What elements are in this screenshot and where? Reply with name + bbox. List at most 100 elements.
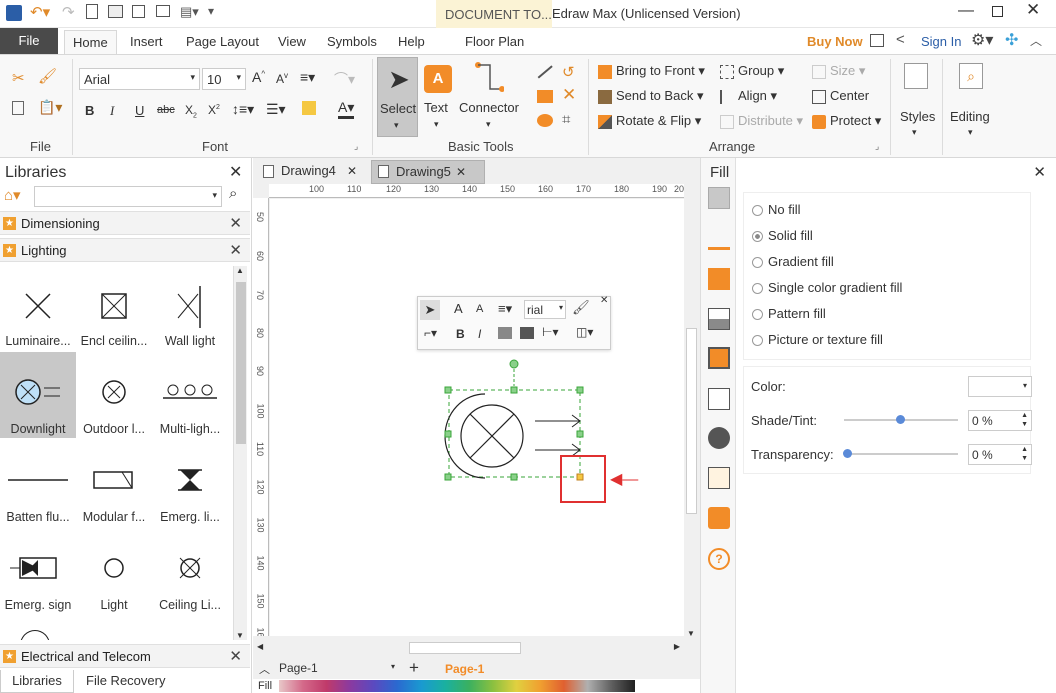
slider-thumb[interactable] bbox=[896, 415, 905, 424]
help-icon[interactable]: ? bbox=[708, 548, 730, 570]
increase-font-icon[interactable]: A bbox=[454, 301, 463, 316]
library-section-electrical[interactable]: ★ Electrical and Telecom ✕ bbox=[0, 644, 250, 668]
image-icon[interactable] bbox=[708, 308, 730, 330]
scroll-thumb[interactable] bbox=[236, 282, 246, 444]
radio-picture-fill[interactable]: Picture or texture fill bbox=[752, 332, 883, 347]
file-menu[interactable]: File bbox=[0, 28, 58, 54]
sign-in-link[interactable]: Sign In bbox=[921, 34, 961, 49]
canvas-horizontal-scrollbar[interactable]: ◀ ▶ bbox=[253, 640, 684, 656]
tab-floor-plan[interactable]: Floor Plan bbox=[457, 30, 532, 54]
spinner-icon[interactable]: ▲ ▼ bbox=[1021, 445, 1028, 463]
spinner-icon[interactable]: ▲ ▼ bbox=[1021, 411, 1028, 429]
text-align-icon[interactable]: ≡▾ bbox=[498, 301, 512, 317]
shape-encl-ceiling[interactable]: Encl ceilin... bbox=[76, 264, 152, 350]
tab-view[interactable]: View bbox=[270, 30, 314, 54]
print-icon[interactable] bbox=[156, 5, 170, 17]
slider-thumb[interactable] bbox=[843, 449, 852, 458]
subscript-icon[interactable]: X2 bbox=[185, 103, 197, 119]
protect-button[interactable]: Protect ▾ bbox=[812, 113, 881, 129]
font-family-select[interactable]: Arial ▾ bbox=[79, 68, 200, 90]
close-icon[interactable]: ✕ bbox=[229, 214, 242, 232]
center-button[interactable]: Center bbox=[812, 88, 869, 104]
scroll-thumb[interactable] bbox=[409, 642, 521, 654]
save-icon[interactable] bbox=[132, 5, 145, 18]
send-to-back-button[interactable]: Send to Back ▾ bbox=[598, 88, 703, 104]
crop-tool-icon[interactable]: ⌗ bbox=[562, 111, 570, 128]
export-icon[interactable]: ▤▾ bbox=[180, 4, 199, 20]
increase-font-icon[interactable]: A^ bbox=[252, 69, 265, 85]
strikethrough-icon[interactable]: abc bbox=[157, 104, 175, 116]
radio-solid-fill[interactable]: Solid fill bbox=[752, 228, 813, 243]
select-tool-button[interactable]: ➤ Select ▾ bbox=[377, 57, 418, 137]
align-button[interactable]: Align ▾ bbox=[720, 88, 777, 104]
canvas-vertical-scrollbar[interactable]: ▼ bbox=[684, 184, 699, 640]
page-tab-active[interactable]: Page-1 bbox=[445, 662, 484, 676]
search-icon[interactable]: ⌕ bbox=[229, 185, 237, 202]
shape-outdoor-light[interactable]: Outdoor l... bbox=[76, 352, 152, 438]
dialog-launcher-icon[interactable]: ⌟ bbox=[354, 141, 358, 152]
superscript-icon[interactable]: X2 bbox=[208, 103, 220, 117]
line-tool-icon[interactable] bbox=[537, 65, 553, 79]
hyperlink-globe-icon[interactable] bbox=[708, 427, 730, 449]
shape-downlight[interactable]: Downlight bbox=[0, 352, 76, 438]
tab-symbols[interactable]: Symbols bbox=[319, 30, 385, 54]
text-tool-button[interactable]: A Text ▾ bbox=[420, 57, 456, 137]
close-icon[interactable]: ✕ bbox=[600, 295, 608, 306]
connector-tool-button[interactable]: Connector ▾ bbox=[456, 57, 522, 137]
radio-no-fill[interactable]: No fill bbox=[752, 202, 801, 217]
home-icon[interactable]: ⌂▾ bbox=[4, 186, 21, 204]
attachment-icon[interactable] bbox=[708, 467, 730, 489]
scroll-right-icon[interactable]: ▶ bbox=[674, 642, 680, 651]
shade-tint-slider[interactable] bbox=[844, 415, 958, 424]
underline-icon[interactable]: U bbox=[135, 103, 144, 118]
maximize-button[interactable] bbox=[992, 6, 1003, 17]
library-scrollbar[interactable]: ▲ ▼ bbox=[233, 266, 247, 640]
font-color-icon[interactable]: A▾ bbox=[338, 99, 355, 119]
shape-light[interactable]: Light bbox=[76, 528, 152, 614]
shape-luminaire[interactable]: Luminaire... bbox=[0, 264, 76, 350]
close-icon[interactable]: ✕ bbox=[229, 162, 242, 182]
shape-emergency-sign[interactable]: Emerg. sign bbox=[0, 528, 76, 614]
ellipse-tool-icon[interactable] bbox=[537, 114, 553, 127]
tab-help[interactable]: Help bbox=[390, 30, 433, 54]
comment-icon[interactable] bbox=[708, 507, 730, 529]
editing-button[interactable]: ⌕ Editing ▾ bbox=[947, 61, 997, 141]
page-properties-icon[interactable] bbox=[708, 388, 730, 410]
group-button[interactable]: Group ▾ bbox=[720, 63, 784, 79]
bring-front-icon[interactable] bbox=[498, 327, 512, 339]
fill-icon[interactable]: ◫▾ bbox=[576, 325, 593, 339]
open-icon[interactable] bbox=[108, 5, 123, 18]
format-painter-icon[interactable]: 🖌 bbox=[38, 67, 57, 85]
shape-multi-light[interactable]: Multi-ligh... bbox=[152, 352, 228, 438]
line-spacing-icon[interactable]: ↕≡▾ bbox=[232, 101, 254, 118]
collapse-ribbon-icon[interactable]: ︿ bbox=[1030, 32, 1042, 49]
undo-icon[interactable]: ↶▾ bbox=[30, 3, 50, 21]
radio-pattern-fill[interactable]: Pattern fill bbox=[752, 306, 826, 321]
shadow-icon[interactable] bbox=[708, 268, 730, 290]
shape-modular-fluorescent[interactable]: Modular f... bbox=[76, 440, 152, 526]
send-back-icon[interactable] bbox=[520, 327, 534, 339]
text-align-icon[interactable]: ≡▾ bbox=[300, 69, 315, 86]
shade-tint-input[interactable]: 0 % ▲ ▼ bbox=[968, 410, 1032, 431]
scroll-left-icon[interactable]: ◀ bbox=[257, 642, 263, 651]
decrease-font-icon[interactable]: Av bbox=[276, 71, 288, 86]
cart-icon[interactable] bbox=[870, 34, 884, 47]
shape-emergency-light[interactable]: Emerg. li... bbox=[152, 440, 228, 526]
close-icon[interactable]: ✕ bbox=[456, 161, 466, 183]
tab-drawing5[interactable]: Drawing5 ✕ bbox=[371, 160, 485, 184]
tab-home[interactable]: Home bbox=[64, 30, 117, 55]
arc-tool-icon[interactable]: ↺ bbox=[562, 63, 575, 81]
settings-gear-icon[interactable]: ⚙▾ bbox=[971, 30, 993, 50]
tab-insert[interactable]: Insert bbox=[122, 30, 171, 54]
mini-font-select[interactable]: rial ▾ bbox=[524, 300, 566, 319]
buy-now-link[interactable]: Buy Now bbox=[807, 34, 863, 49]
color-picker[interactable]: ▾ bbox=[968, 376, 1032, 397]
font-size-select[interactable]: 10 ▾ bbox=[202, 68, 246, 90]
bullets-icon[interactable]: ☰▾ bbox=[266, 101, 286, 118]
size-button[interactable]: Size ▾ bbox=[812, 63, 865, 79]
page-nav-up-icon[interactable]: ︿ bbox=[259, 661, 270, 677]
paste-icon[interactable]: 📋▾ bbox=[38, 99, 62, 116]
transparency-input[interactable]: 0 % ▲ ▼ bbox=[968, 444, 1032, 465]
layers-icon[interactable] bbox=[708, 347, 730, 369]
shape-wall-light[interactable]: Wall light bbox=[152, 264, 228, 350]
